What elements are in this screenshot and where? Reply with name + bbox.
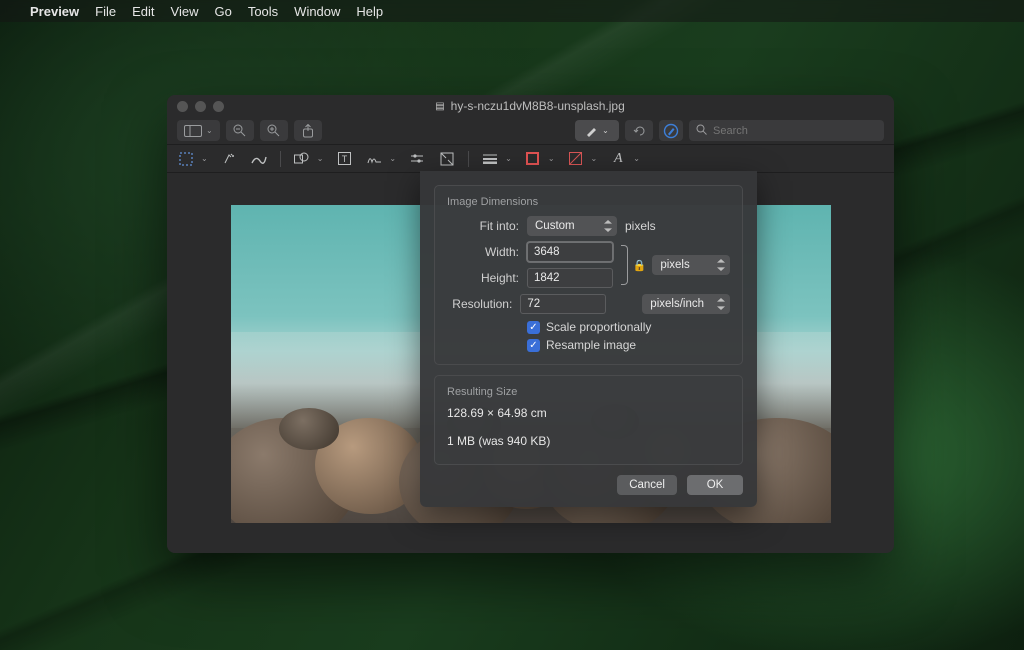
fit-into-select[interactable]: Custom (527, 216, 617, 236)
lock-bracket (619, 243, 627, 287)
height-label: Height: (447, 271, 519, 285)
image-dimensions-group: Image Dimensions Fit into: Custom pixels… (434, 185, 743, 365)
search-input[interactable] (713, 125, 877, 137)
fill-color-icon[interactable] (567, 152, 585, 165)
menu-help[interactable]: Help (356, 4, 383, 19)
search-field[interactable] (689, 120, 884, 141)
width-label: Width: (447, 245, 519, 259)
width-input[interactable] (527, 242, 613, 262)
menubar-app-name[interactable]: Preview (30, 4, 79, 19)
adjust-size-dialog: Image Dimensions Fit into: Custom pixels… (420, 171, 757, 507)
ribbon-divider (468, 151, 469, 167)
menubar: Preview File Edit View Go Tools Window H… (0, 0, 1024, 22)
resample-image-checkbox[interactable]: ✓ (527, 339, 540, 352)
resulting-size-group: Resulting Size 128.69 × 64.98 cm 1 MB (w… (434, 375, 743, 465)
text-tool-icon[interactable]: T (335, 152, 353, 165)
result-dimensions: 128.69 × 64.98 cm (447, 406, 730, 420)
shapes-tool-icon[interactable] (293, 152, 311, 165)
resolution-label: Resolution: (447, 297, 512, 311)
traffic-lights (177, 101, 224, 112)
menu-tools[interactable]: Tools (248, 4, 278, 19)
menu-edit[interactable]: Edit (132, 4, 154, 19)
ribbon-divider (280, 151, 281, 167)
preview-window: ▤ hy-s-nczu1dvM8B8-unsplash.jpg ⌄ ⌄ (167, 95, 894, 553)
menu-file[interactable]: File (95, 4, 116, 19)
menu-window[interactable]: Window (294, 4, 340, 19)
group-title-result: Resulting Size (447, 386, 730, 398)
toolbar: ⌄ ⌄ (167, 117, 894, 145)
markup-toggle-button[interactable] (659, 120, 683, 141)
zoom-out-button[interactable] (226, 120, 254, 141)
instant-alpha-icon[interactable] (220, 152, 238, 166)
rotate-button[interactable] (625, 120, 653, 141)
filename-label: hy-s-nczu1dvM8B8-unsplash.jpg (451, 99, 625, 113)
adjust-color-icon[interactable] (408, 153, 426, 165)
close-window-button[interactable] (177, 101, 188, 112)
scale-proportionally-label: Scale proportionally (546, 320, 651, 334)
fit-into-label: Fit into: (447, 219, 519, 233)
resample-image-label: Resample image (546, 338, 636, 352)
search-icon (696, 124, 707, 138)
scale-proportionally-checkbox[interactable]: ✓ (527, 321, 540, 334)
fit-into-unit: pixels (625, 219, 656, 233)
selection-tool-icon[interactable] (177, 152, 195, 166)
height-input[interactable] (527, 268, 613, 288)
cancel-button[interactable]: Cancel (617, 475, 677, 495)
wh-unit-select[interactable]: pixels (652, 255, 730, 275)
window-titlebar[interactable]: ▤ hy-s-nczu1dvM8B8-unsplash.jpg (167, 95, 894, 117)
resolution-input[interactable] (520, 294, 606, 314)
window-title: ▤ hy-s-nczu1dvM8B8-unsplash.jpg (234, 99, 826, 113)
sidebar-toggle-button[interactable]: ⌄ (177, 120, 220, 141)
highlight-button[interactable]: ⌄ (575, 120, 619, 141)
svg-text:T: T (342, 154, 348, 164)
text-style-icon[interactable]: A (609, 151, 627, 167)
stroke-color-icon[interactable] (524, 152, 542, 165)
fullscreen-window-button[interactable] (213, 101, 224, 112)
result-filesize: 1 MB (was 940 KB) (447, 434, 730, 448)
ok-button[interactable]: OK (687, 475, 743, 495)
lock-icon[interactable]: 🔒 (633, 259, 647, 272)
sign-tool-icon[interactable] (365, 153, 383, 165)
menu-go[interactable]: Go (214, 4, 231, 19)
resolution-unit-select[interactable]: pixels/inch (642, 294, 730, 314)
sketch-tool-icon[interactable] (250, 153, 268, 165)
zoom-in-button[interactable] (260, 120, 288, 141)
share-button[interactable] (294, 120, 322, 141)
group-title-dimensions: Image Dimensions (447, 196, 730, 208)
line-weight-icon[interactable] (481, 154, 499, 164)
markup-ribbon: ⌄ ⌄ T ⌄ ⌄ ⌄ ⌄ A⌄ (167, 145, 894, 173)
menu-view[interactable]: View (171, 4, 199, 19)
adjust-size-icon[interactable] (438, 152, 456, 166)
minimize-window-button[interactable] (195, 101, 206, 112)
document-icon: ▤ (435, 101, 444, 112)
